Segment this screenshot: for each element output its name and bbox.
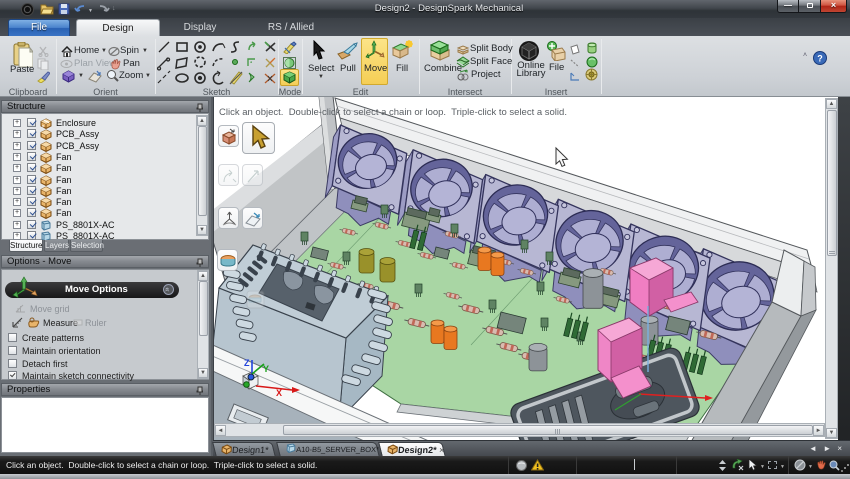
- svg-text:X: X: [276, 388, 282, 398]
- svg-text:?: ?: [817, 54, 823, 64]
- svg-text:Y: Y: [263, 364, 269, 374]
- svg-text:Z: Z: [244, 358, 250, 368]
